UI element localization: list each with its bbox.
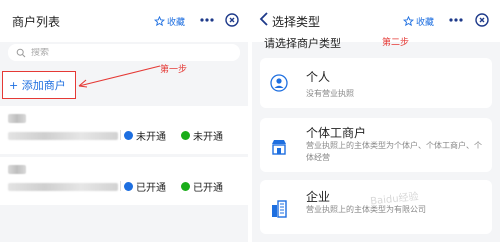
redacted-merchant-name xyxy=(8,165,26,174)
building-icon xyxy=(272,200,287,218)
add-merchant-button[interactable]: + 添加商户 xyxy=(2,71,76,99)
page-title: 商户列表 xyxy=(12,15,61,29)
more-dots-icon[interactable] xyxy=(448,14,464,26)
divider xyxy=(120,130,121,140)
close-circle-icon[interactable] xyxy=(474,12,490,28)
redacted-merchant-name xyxy=(8,114,26,123)
star-icon xyxy=(154,15,165,26)
type-description: 营业执照上的主体类型为有限公司 xyxy=(306,205,426,214)
type-name: 个人 xyxy=(306,70,331,84)
divider xyxy=(120,181,121,191)
status-badge: 未开通 xyxy=(124,128,166,143)
wechat-status-icon xyxy=(181,182,190,191)
favorite-button[interactable]: 收藏 xyxy=(401,13,436,29)
status-badge: 已开通 xyxy=(181,179,223,194)
type-description: 没有营业执照 xyxy=(306,89,354,98)
payment-status-icon xyxy=(124,182,133,191)
close-circle-icon[interactable] xyxy=(224,12,240,28)
favorite-label: 收藏 xyxy=(416,17,435,28)
redacted-merchant-info xyxy=(8,132,118,140)
favorite-button[interactable]: 收藏 xyxy=(152,13,187,29)
merchant-list-screen: 商户列表 收藏 + 添加商户 未开通 未开通 已开通 xyxy=(0,0,248,242)
annotation-arrow xyxy=(78,65,161,88)
type-option-enterprise[interactable]: 企业 营业执照上的主体类型为有限公司 xyxy=(260,180,492,234)
back-chevron-icon[interactable] xyxy=(257,11,271,27)
payment-status-icon xyxy=(124,131,133,140)
search-input[interactable] xyxy=(31,47,211,58)
merchant-row[interactable]: 已开通 已开通 xyxy=(0,157,248,205)
star-icon xyxy=(403,15,414,26)
shop-icon xyxy=(272,140,286,155)
type-name: 企业 xyxy=(306,190,331,204)
type-option-individual[interactable]: 个人 没有营业执照 xyxy=(260,58,492,108)
status-badge: 已开通 xyxy=(124,179,166,194)
status-text: 未开通 xyxy=(136,132,166,143)
search-box[interactable] xyxy=(8,44,240,61)
type-description: 营业执照上的主体类型为个体户、个体工商户、个体经营 xyxy=(306,141,482,162)
type-name: 个体工商户 xyxy=(306,126,367,140)
select-type-screen: 选择类型 收藏 请选择商户类型 第二步 个人 没有营业执照 个体工商户 营业执照… xyxy=(252,0,500,242)
step-one-annotation: 第一步 xyxy=(160,65,188,75)
header-bar: 商户列表 收藏 xyxy=(0,0,248,42)
person-icon xyxy=(270,74,288,92)
step-two-annotation: 第二步 xyxy=(382,38,410,48)
status-badge: 未开通 xyxy=(181,128,223,143)
merchant-row[interactable]: 未开通 未开通 xyxy=(0,106,248,154)
type-option-sole-proprietor[interactable]: 个体工商户 营业执照上的主体类型为个体户、个体工商户、个体经营 xyxy=(260,118,492,172)
redacted-merchant-info xyxy=(8,183,118,191)
more-dots-icon[interactable] xyxy=(199,14,215,26)
status-text: 已开通 xyxy=(193,183,223,194)
wechat-status-icon xyxy=(181,131,190,140)
search-icon xyxy=(16,48,26,57)
select-type-prompt: 请选择商户类型 xyxy=(264,37,341,50)
favorite-label: 收藏 xyxy=(167,17,186,28)
status-text: 已开通 xyxy=(136,183,166,194)
status-text: 未开通 xyxy=(193,132,223,143)
page-title: 选择类型 xyxy=(272,15,321,29)
